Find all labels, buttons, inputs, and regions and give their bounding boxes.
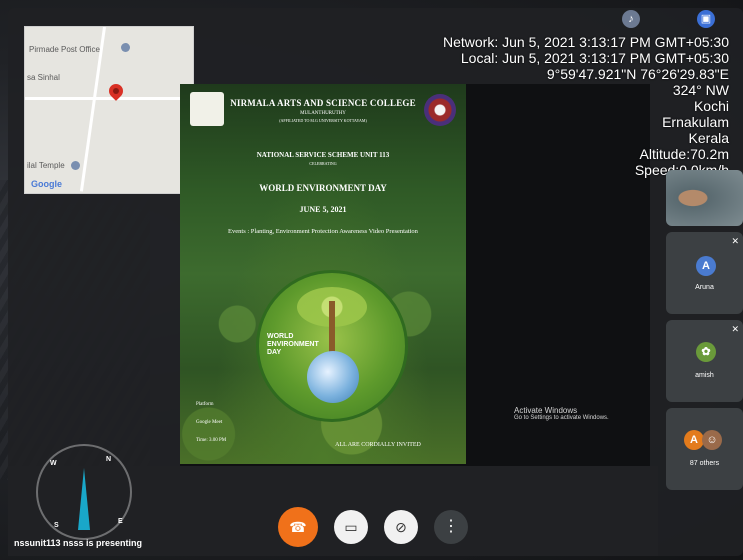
notification-icon[interactable]: ♪ — [622, 10, 640, 28]
participant-tile[interactable]: ✕ ✿ amish — [666, 320, 743, 402]
college-place: MULANTHURUTHY — [300, 111, 346, 116]
others-count: 87 others — [689, 460, 720, 467]
map-label: sa Sinhal — [27, 73, 60, 82]
chat-icon[interactable]: ▣ — [697, 10, 715, 28]
event-list: Events : Planting, Environment Protectio… — [228, 228, 418, 235]
badge-text: WORLD ENVIRONMENT DAY — [267, 333, 319, 356]
avatar-image: ✿ — [696, 342, 716, 362]
event-date: JUNE 5, 2021 — [299, 205, 347, 214]
local-time: Local: Jun 5, 2021 3:13:17 PM GMT+05:30 — [460, 50, 729, 66]
compass-n: N — [106, 456, 112, 463]
platform-label: Platform — [196, 402, 214, 407]
city: Kochi — [693, 98, 729, 114]
network-time: Network: Jun 5, 2021 3:13:17 PM GMT+05:3… — [443, 34, 729, 50]
avatar: A — [696, 256, 716, 276]
mic-muted-icon: ✕ — [731, 236, 739, 246]
event-time: Time: 3.00 PM — [196, 438, 227, 443]
activate-windows-notice: Activate Windows Go to Settings to activ… — [514, 406, 609, 421]
nss-unit: NATIONAL SERVICE SCHEME UNIT 113 — [256, 151, 390, 159]
environment-day-badge: WORLD ENVIRONMENT DAY — [256, 270, 408, 422]
compass-s: S — [54, 522, 59, 529]
nss-celebrating: CELEBRATING — [309, 161, 337, 166]
avatar: A — [684, 430, 704, 450]
platform-name: Google Meet — [196, 420, 223, 425]
compass-e: E — [118, 518, 123, 525]
others-tile[interactable]: A ☺ 87 others — [666, 408, 743, 490]
college-affiliation: (AFFILIATED TO M.G UNIVERSITY KOTTAYAM) — [279, 118, 367, 123]
event-poster: NIRMALA ARTS AND SCIENCE COLLEGE MULANTH… — [180, 84, 466, 464]
activate-subtitle: Go to Settings to activate Windows. — [514, 415, 609, 421]
end-call-button[interactable]: ☎ — [278, 507, 318, 547]
mic-off-icon: ⊘ — [395, 519, 407, 535]
event-title: WORLD ENVIRONMENT DAY — [259, 183, 387, 193]
compass-needle-icon — [78, 468, 90, 530]
participant-tile[interactable]: ✕ A Aruna — [666, 232, 743, 314]
district: Ernakulam — [662, 114, 729, 130]
event-details: Platform Google Meet Time: 3.00 PM — [196, 396, 226, 450]
map-poi-icon — [71, 161, 80, 170]
map-label: ilal Temple — [27, 161, 65, 170]
mic-toggle-button[interactable]: ⊘ — [384, 510, 418, 544]
activate-title: Activate Windows — [514, 406, 578, 415]
altitude: Altitude:70.2m — [639, 146, 730, 162]
map-label: Pirmade Post Office — [29, 45, 100, 54]
mic-muted-icon: ✕ — [731, 324, 739, 334]
college-name: NIRMALA ARTS AND SCIENCE COLLEGE — [230, 98, 416, 108]
presenter-label: nssunit113 nsss is presenting — [14, 538, 143, 548]
avatar-image: ☺ — [702, 430, 722, 450]
compass-w: W — [50, 460, 57, 467]
participant-video-tile[interactable] — [666, 170, 743, 226]
gps-overlay: Network: Jun 5, 2021 3:13:17 PM GMT+05:3… — [443, 34, 729, 178]
phone-end-icon: ☎ — [289, 519, 307, 535]
google-logo: Google — [31, 179, 62, 189]
state: Kerala — [688, 130, 729, 146]
compass-overlay: W N E S — [36, 444, 132, 540]
camera-off-icon: ▭ — [344, 519, 358, 535]
participant-name: Aruna — [695, 284, 714, 291]
invite-text: ALL ARE CORDIALLY INVITED — [335, 442, 421, 448]
more-vertical-icon: ⋮ — [443, 518, 459, 535]
coordinates: 9°59'47.921"N 76°26'29.83"E — [546, 66, 729, 82]
map-road — [25, 97, 193, 100]
globe-icon — [307, 351, 359, 403]
camera-toggle-button[interactable]: ▭ — [334, 510, 368, 544]
heading: 324° NW — [672, 82, 729, 98]
location-map: Pirmade Post Office sa Sinhal ilal Templ… — [24, 26, 194, 194]
more-options-button[interactable]: ⋮ — [434, 510, 468, 544]
map-poi-icon — [121, 43, 130, 52]
tree-trunk-icon — [329, 301, 335, 353]
participant-name: amish — [695, 372, 714, 379]
